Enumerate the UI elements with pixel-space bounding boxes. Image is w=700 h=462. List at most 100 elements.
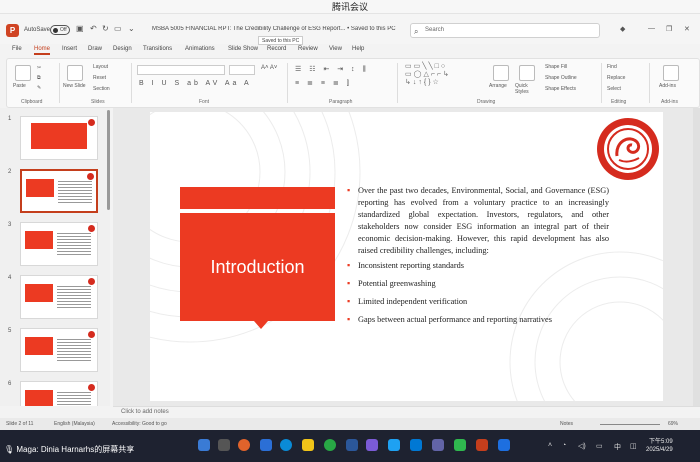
system-clock[interactable]: 下午5:09 2025/4/29 <box>646 438 673 454</box>
slide-thumbnail-1[interactable]: 1 <box>6 116 106 166</box>
format-painter-icon[interactable]: ✎ <box>37 85 41 91</box>
paste-button[interactable]: Paste <box>13 83 26 89</box>
university-seal-logo <box>597 118 659 180</box>
find-button[interactable]: Find <box>607 64 617 70</box>
redo-icon[interactable]: ↻ <box>102 24 109 33</box>
search-taskbar-icon[interactable] <box>218 439 230 451</box>
bullet-list[interactable]: Over the past two decades, Environmental… <box>347 185 609 332</box>
canvas-scrollbar[interactable] <box>693 108 700 406</box>
shape-fill-button[interactable]: Shape Fill <box>545 64 567 70</box>
tray-chevron-icon[interactable]: ˄ <box>548 442 552 449</box>
app-icon[interactable] <box>260 439 272 451</box>
volume-icon[interactable]: ◁) <box>578 442 586 450</box>
section-button[interactable]: Section <box>93 86 110 92</box>
zoom-level[interactable]: 69% <box>668 418 678 430</box>
arrange-icon[interactable] <box>493 65 509 81</box>
minimize-icon[interactable]: — <box>648 25 655 32</box>
quick-styles-icon[interactable] <box>519 65 535 81</box>
file-title[interactable]: MSBA 5005 FINANCIAL RPT: The Credibility… <box>152 26 402 32</box>
diamond-icon[interactable]: ◆ <box>620 25 625 33</box>
tab-help[interactable]: Help <box>352 46 364 52</box>
notes-placeholder: Click to add notes <box>121 409 169 415</box>
search-icon: ⌕ <box>414 27 419 36</box>
wifi-icon[interactable]: ◔ <box>562 442 566 449</box>
arrange-button[interactable]: Arrange <box>489 83 507 89</box>
layout-button[interactable]: Layout <box>93 64 108 70</box>
current-slide[interactable]: Introduction Over the past two decades, … <box>150 112 663 401</box>
chrome-icon[interactable] <box>324 439 336 451</box>
search-input[interactable]: ⌕ Search <box>410 23 600 38</box>
tab-record[interactable]: Record <box>267 46 286 52</box>
copy-icon[interactable]: ⧉ <box>37 75 41 81</box>
slide-thumbnail-2[interactable]: 2 <box>6 169 106 219</box>
teams-icon[interactable] <box>432 439 444 451</box>
notes-toggle[interactable]: Notes <box>560 418 573 430</box>
bullet-item: Potential greenwashing <box>347 278 609 290</box>
app-icon[interactable] <box>238 439 250 451</box>
tab-draw[interactable]: Draw <box>88 46 102 52</box>
addins-button[interactable]: Add-ins <box>659 83 676 89</box>
shape-outline-button[interactable]: Shape Outline <box>545 75 577 81</box>
outlook-icon[interactable] <box>410 439 422 451</box>
powerpoint-taskbar-icon[interactable] <box>476 439 488 451</box>
tab-transitions[interactable]: Transitions <box>143 46 172 52</box>
word-icon[interactable] <box>346 439 358 451</box>
tab-insert[interactable]: Insert <box>62 46 77 52</box>
alignment-buttons[interactable]: ≡ ≣ ≡ ≣ ⫿ <box>295 79 352 88</box>
new-slide-icon[interactable] <box>67 65 83 81</box>
thumbnail-image <box>20 222 98 266</box>
title-box[interactable]: Introduction <box>180 213 335 321</box>
app-icon[interactable] <box>388 439 400 451</box>
font-size-select[interactable] <box>229 65 255 75</box>
new-slide-button[interactable]: New Slide <box>63 83 89 89</box>
tab-view[interactable]: View <box>329 46 342 52</box>
accessibility-status[interactable]: Accessibility: Good to go <box>112 418 167 430</box>
customize-qat-icon[interactable]: ⌄ <box>128 24 135 33</box>
cut-icon[interactable]: ✂ <box>37 65 41 71</box>
paste-icon[interactable] <box>15 65 31 81</box>
notification-icon[interactable]: ◫ <box>630 442 637 450</box>
shapes-gallery[interactable]: ▭▭╲╲□○ ▭◯△⌐⌐↳ ↳↓↑{}☆ <box>405 63 475 95</box>
group-addins-label: Add-ins <box>661 99 678 105</box>
replace-button[interactable]: Replace <box>607 75 625 81</box>
tencent-meeting-icon[interactable] <box>498 439 510 451</box>
undo-icon[interactable]: ↶ <box>90 24 97 33</box>
app-icon[interactable] <box>366 439 378 451</box>
addins-icon[interactable] <box>663 65 679 81</box>
edge-icon[interactable] <box>280 439 292 451</box>
font-name-select[interactable] <box>137 65 225 75</box>
select-button[interactable]: Select <box>607 86 621 92</box>
file-explorer-icon[interactable] <box>302 439 314 451</box>
thumbnail-scrollbar[interactable] <box>107 110 110 210</box>
presentation-icon[interactable]: ▭ <box>114 24 122 33</box>
slide-thumbnail-3[interactable]: 3 <box>6 222 106 272</box>
tab-animations[interactable]: Animations <box>185 46 215 52</box>
battery-icon[interactable]: ▭ <box>596 442 603 450</box>
reset-button[interactable]: Reset <box>93 75 106 81</box>
tab-file[interactable]: File <box>12 46 22 52</box>
save-icon[interactable]: ▣ <box>76 24 84 33</box>
quick-styles-button[interactable]: Quick Styles <box>515 83 539 95</box>
maximize-icon[interactable]: ❐ <box>666 25 672 33</box>
slide-thumbnail-5[interactable]: 5 <box>6 328 106 378</box>
tab-review[interactable]: Review <box>298 46 318 52</box>
slide-thumbnail-4[interactable]: 4 <box>6 275 106 325</box>
language-indicator[interactable]: English (Malaysia) <box>54 418 95 430</box>
notes-pane[interactable]: Click to add notes <box>113 406 700 418</box>
close-icon[interactable]: ✕ <box>684 25 690 33</box>
list-buttons[interactable]: ☰ ☷ ⇤ ⇥ ↕ ⫼ <box>295 65 369 74</box>
slide-thumbnail-6[interactable]: 6 <box>6 381 106 406</box>
app-title-bar: P AutoSave Off ▣ ↶ ↻ ▭ ⌄ MSBA 5005 FINAN… <box>0 14 700 45</box>
font-format-buttons[interactable]: B I U S ab AV Aa A <box>139 80 252 87</box>
tab-design[interactable]: Design <box>113 46 132 52</box>
start-icon[interactable] <box>198 439 210 451</box>
tab-home[interactable]: Home <box>34 46 51 55</box>
font-grow-icon[interactable]: A˄ A˅ <box>261 65 277 71</box>
autosave-toggle[interactable]: Off <box>50 25 70 35</box>
ime-icon[interactable]: 中 <box>614 442 621 452</box>
tab-slide-show[interactable]: Slide Show <box>228 46 258 52</box>
search-placeholder: Search <box>425 27 445 33</box>
shape-effects-button[interactable]: Shape Effects <box>545 86 576 92</box>
wechat-icon[interactable] <box>454 439 466 451</box>
zoom-slider[interactable] <box>600 424 660 425</box>
